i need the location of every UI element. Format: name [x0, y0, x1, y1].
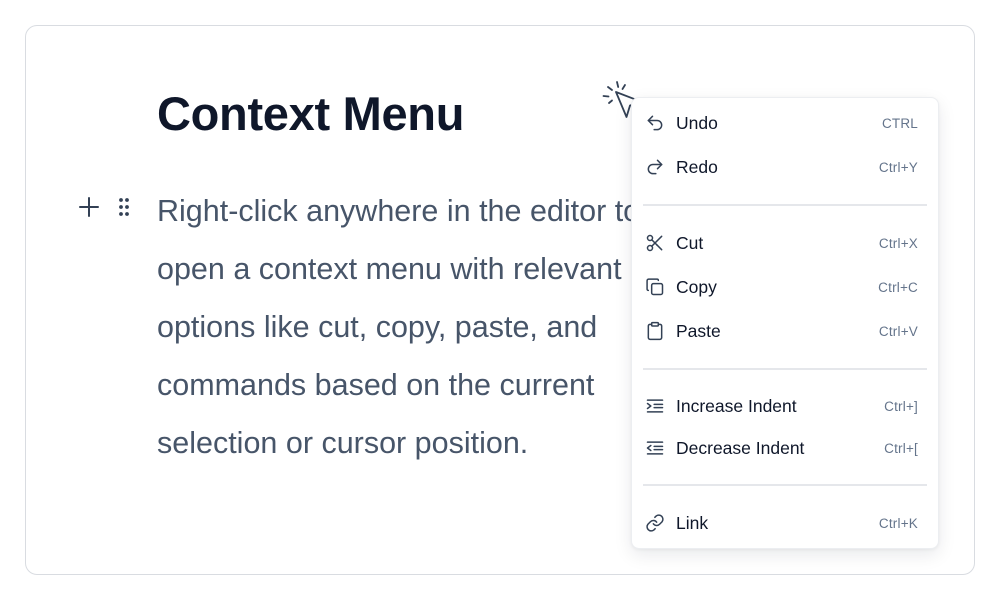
paragraph-line: open a context menu with relevant — [157, 252, 622, 286]
menu-item-label: Paste — [676, 320, 721, 341]
scissors-icon — [644, 232, 666, 254]
menu-item-shortcut: Ctrl+C — [878, 279, 918, 295]
paragraph-block[interactable]: Right-click anywhere in the editor to op… — [157, 182, 637, 502]
menu-separator — [643, 368, 927, 370]
menu-item-shortcut: CTRL — [881, 115, 918, 131]
menu-item-label: Cut — [676, 232, 704, 253]
indent-increase-icon — [644, 395, 666, 417]
menu-item-shortcut: Ctrl+[ — [884, 440, 918, 456]
menu-item-paste[interactable]: Paste Ctrl+V — [640, 312, 930, 350]
menu-item-label: Undo — [676, 112, 718, 133]
menu-item-undo[interactable]: Undo CTRL — [640, 104, 930, 142]
undo-icon — [644, 112, 666, 134]
menu-item-shortcut: Ctrl+X — [878, 235, 918, 251]
menu-item-label: Redo — [676, 156, 718, 177]
menu-item-shortcut: Ctrl+K — [878, 515, 918, 531]
add-block-icon[interactable] — [76, 194, 102, 220]
clipboard-icon — [644, 320, 666, 342]
block-controls — [76, 191, 134, 223]
redo-icon — [644, 156, 666, 178]
link-icon — [644, 512, 666, 534]
document-title[interactable]: Context Menu — [157, 86, 464, 141]
menu-separator — [643, 204, 927, 206]
menu-item-decrease-indent[interactable]: Decrease Indent Ctrl+[ — [640, 429, 930, 467]
copy-icon — [644, 276, 666, 298]
menu-separator — [643, 484, 927, 486]
paragraph-text: Right-click anywhere in the editor to op… — [157, 182, 637, 472]
menu-item-shortcut: Ctrl+V — [878, 323, 918, 339]
menu-item-link[interactable]: Link Ctrl+K — [640, 504, 930, 542]
indent-decrease-icon — [644, 437, 666, 459]
paragraph-line: selection or cursor position. — [157, 426, 529, 460]
menu-item-shortcut: Ctrl+] — [884, 398, 918, 414]
menu-item-label: Decrease Indent — [676, 437, 805, 458]
paragraph-line: Right-click anywhere in the editor to — [157, 194, 637, 228]
menu-item-label: Copy — [676, 276, 717, 297]
menu-item-shortcut: Ctrl+Y — [878, 159, 918, 175]
paragraph-line: commands based on the current — [157, 368, 595, 402]
paragraph-line: options like cut, copy, paste, and — [157, 310, 598, 344]
menu-item-label: Link — [676, 512, 709, 533]
menu-item-label: Increase Indent — [676, 395, 797, 416]
menu-item-cut[interactable]: Cut Ctrl+X — [640, 224, 930, 262]
menu-item-copy[interactable]: Copy Ctrl+C — [640, 268, 930, 306]
context-menu: Undo CTRL Redo Ctrl+Y Cut Ctrl+X Copy Ct… — [631, 97, 939, 549]
menu-item-redo[interactable]: Redo Ctrl+Y — [640, 148, 930, 186]
menu-item-increase-indent[interactable]: Increase Indent Ctrl+] — [640, 387, 930, 425]
drag-handle-icon[interactable] — [114, 194, 134, 220]
